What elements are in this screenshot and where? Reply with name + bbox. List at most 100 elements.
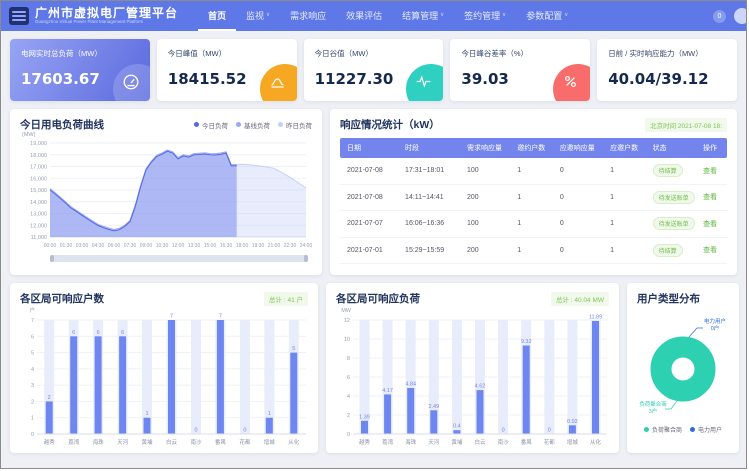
column-header: 需求响应量	[460, 143, 510, 153]
svg-text:04:30: 04:30	[92, 243, 105, 249]
district-users-chart: 01234567户2越秀6荔湾6海珠6天河1黄埔7白云0南沙7番禺0花都1增城5…	[20, 306, 308, 451]
data-zoom-slider[interactable]	[50, 255, 308, 262]
svg-text:3户: 3户	[649, 407, 658, 415]
svg-text:09:00: 09:00	[140, 243, 153, 249]
status-badge: 待发送账单	[653, 217, 695, 230]
legend-item[interactable]: 电力用户	[690, 425, 722, 434]
table-cell-resp_users: 1	[603, 167, 646, 174]
nav-item-4[interactable]: 结算管理∨	[392, 1, 454, 31]
chevron-down-icon: ∨	[502, 12, 506, 18]
legend-dot	[690, 427, 695, 432]
table-cell-demand: 200	[460, 194, 510, 201]
legend-item[interactable]: 昨日负荷	[278, 120, 312, 130]
nav-item-6[interactable]: 参数配置∨	[516, 1, 578, 31]
middle-row: 今日用电负荷曲线 今日负荷基线负荷昨日负荷 (MW) 11,00012,0001…	[10, 109, 737, 275]
svg-text:花都: 花都	[239, 438, 251, 446]
percent-icon	[562, 73, 579, 90]
svg-text:0: 0	[502, 428, 505, 434]
load-chart-title: 今日用电负荷曲线	[20, 117, 104, 132]
svg-text:从化: 从化	[288, 438, 300, 446]
svg-text:8: 8	[347, 356, 350, 362]
svg-text:越秀: 越秀	[359, 438, 371, 446]
peak-curve-icon	[269, 73, 286, 90]
svg-text:0户: 0户	[711, 324, 720, 332]
legend-item[interactable]: 负荷聚合商	[644, 425, 682, 434]
chevron-down-icon: ∨	[266, 12, 270, 18]
table-cell-period: 14:11~14:41	[398, 194, 460, 201]
svg-text:天河: 天河	[117, 438, 129, 446]
svg-text:1: 1	[268, 411, 271, 417]
nav-item-0[interactable]: 首页	[198, 1, 236, 31]
svg-text:负荷聚合商: 负荷聚合商	[639, 400, 667, 408]
nav-item-label: 签约管理	[464, 9, 500, 22]
svg-text:天河: 天河	[428, 438, 440, 446]
legend-label: 负荷聚合商	[652, 425, 682, 434]
district-users-title: 各区局可响应户数	[20, 291, 104, 306]
column-header: 操作	[696, 143, 727, 153]
table-cell-date: 2021-07-08	[340, 167, 398, 174]
header-right: 0	[713, 8, 738, 24]
table-cell-demand: 100	[460, 167, 510, 174]
table-row: 2021-07-0817:31~18:01100101待结算查看	[340, 158, 727, 185]
svg-text:19:30: 19:30	[252, 243, 265, 249]
app-title-block: 广州市虚拟电厂管理平台 Guangzhou Virtual Power Plan…	[35, 7, 178, 24]
response-table-title: 响应情况统计（kW）	[340, 117, 440, 132]
chevron-down-icon: ∨	[564, 12, 568, 18]
svg-text:16,000: 16,000	[30, 176, 47, 182]
svg-text:7: 7	[31, 318, 34, 324]
svg-text:2: 2	[31, 399, 34, 405]
table-cell-resp_users: 1	[603, 247, 646, 254]
svg-text:1: 1	[145, 411, 148, 417]
table-row: 2021-07-0716:06~16:36100101待发送账单查看	[340, 211, 727, 238]
table-cell-date: 2021-07-08	[340, 194, 398, 201]
table-cell-period: 16:06~16:36	[398, 220, 460, 227]
nav-item-label: 参数配置	[526, 9, 562, 22]
svg-text:增城: 增城	[264, 438, 276, 446]
svg-text:6: 6	[347, 375, 350, 381]
district-users-card: 各区局可响应户数 总计 : 41 户 01234567户2越秀6荔湾6海珠6天河…	[10, 283, 318, 453]
svg-text:12:00: 12:00	[172, 243, 185, 249]
nav-item-label: 结算管理	[402, 9, 438, 22]
table-cell-responded: 0	[553, 247, 603, 254]
table-cell-invited: 1	[510, 247, 553, 254]
district-load-card: 各区局可响应负荷 总计 : 40.04 MW 024681012MW1.39越秀…	[326, 283, 619, 453]
nav-item-2[interactable]: 需求响应	[280, 1, 336, 31]
svg-text:0.92: 0.92	[567, 419, 578, 425]
nav-item-label: 需求响应	[290, 9, 326, 22]
table-cell-responded: 0	[553, 220, 603, 227]
svg-text:黄埔: 黄埔	[141, 438, 153, 446]
column-header: 日期	[340, 143, 398, 153]
legend-item[interactable]: 今日负荷	[194, 120, 228, 130]
app-header: 广州市虚拟电厂管理平台 Guangzhou Virtual Power Plan…	[1, 1, 746, 31]
nav-item-1[interactable]: 监视∨	[236, 1, 280, 31]
nav-item-3[interactable]: 效果评估	[336, 1, 392, 31]
table-cell-resp_users: 1	[603, 194, 646, 201]
view-link[interactable]: 查看	[703, 221, 717, 228]
svg-text:6: 6	[97, 330, 100, 336]
svg-text:南沙: 南沙	[190, 438, 202, 446]
svg-text:从化: 从化	[590, 438, 602, 446]
notification-bell-icon[interactable]: 0	[713, 10, 726, 23]
nav-item-label: 监视	[246, 9, 264, 22]
avatar[interactable]	[734, 8, 747, 24]
nav-item-label: 效果评估	[346, 9, 382, 22]
table-cell-period: 15:29~15:59	[398, 247, 460, 254]
svg-text:5: 5	[31, 351, 34, 357]
svg-text:5: 5	[292, 346, 295, 352]
kpi-label: 今日峰谷差率（%）	[461, 48, 579, 59]
legend-item[interactable]: 基线负荷	[236, 120, 270, 130]
svg-text:11,000: 11,000	[31, 235, 47, 241]
svg-text:海珠: 海珠	[405, 438, 417, 446]
nav-item-5[interactable]: 签约管理∨	[454, 1, 516, 31]
svg-text:0: 0	[243, 428, 246, 434]
svg-text:01:30: 01:30	[60, 243, 73, 249]
svg-text:增城: 增城	[567, 438, 579, 446]
gauge-icon	[122, 73, 140, 91]
column-header: 时段	[398, 143, 460, 153]
table-cell-invited: 1	[510, 220, 553, 227]
svg-text:9.32: 9.32	[521, 339, 532, 345]
view-link[interactable]: 查看	[703, 194, 717, 201]
view-link[interactable]: 查看	[703, 168, 717, 175]
legend-label: 电力用户	[698, 425, 722, 434]
view-link[interactable]: 查看	[703, 247, 717, 254]
